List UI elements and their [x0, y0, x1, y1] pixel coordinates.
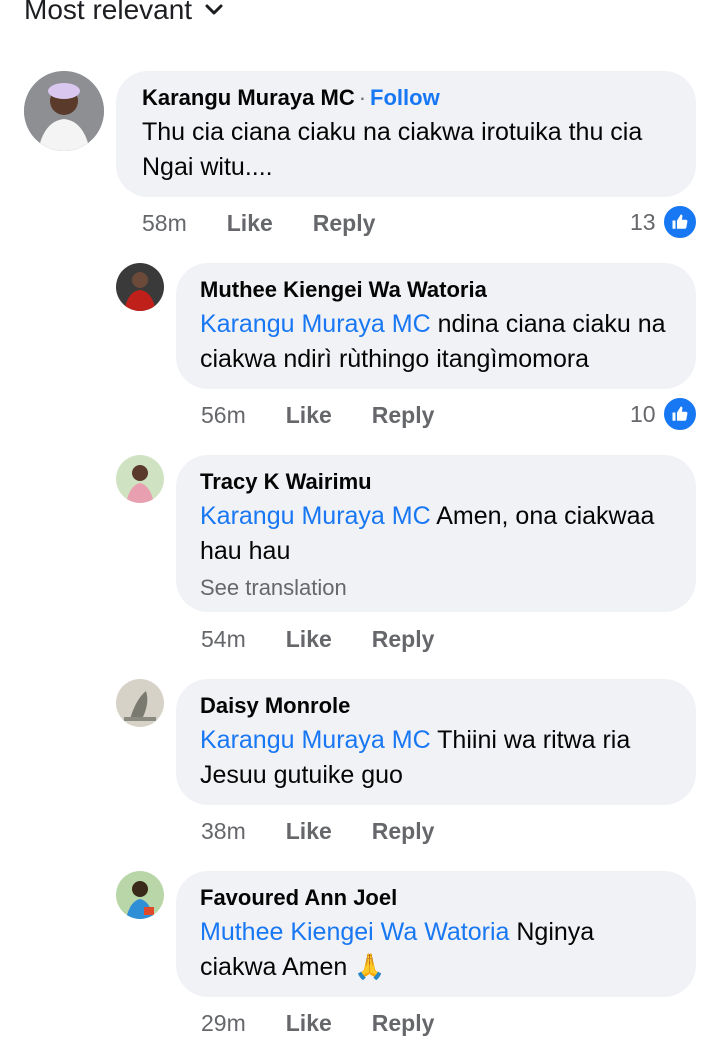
comment-author[interactable]: Daisy Monrole — [200, 693, 672, 719]
comment-author[interactable]: Favoured Ann Joel — [200, 885, 672, 911]
reply-button[interactable]: Reply — [372, 818, 435, 845]
comment-bubble: Tracy K Wairimu Karangu Muraya MC Amen, … — [176, 455, 696, 612]
comment-time[interactable]: 54m — [201, 626, 246, 653]
comment-actions: 54m Like Reply — [201, 626, 434, 653]
mention-link[interactable]: Muthee Kiengei Wa Watoria — [200, 918, 509, 946]
comment-author[interactable]: Muthee Kiengei Wa Watoria — [200, 277, 672, 303]
comment-time[interactable]: 29m — [201, 1010, 246, 1037]
sort-dropdown[interactable]: Most relevant — [24, 0, 226, 26]
comment-actions: 56m Like Reply — [201, 402, 434, 429]
separator-dot: · — [358, 85, 367, 110]
avatar[interactable] — [24, 71, 104, 151]
mention-link[interactable]: Karangu Muraya MC — [200, 502, 431, 530]
mention-link[interactable]: Karangu Muraya MC — [200, 726, 431, 754]
reply-button[interactable]: Reply — [372, 402, 435, 429]
reply-button[interactable]: Reply — [313, 210, 376, 237]
follow-button[interactable]: Follow — [370, 85, 440, 110]
thumbs-up-icon — [661, 204, 698, 240]
sort-label: Most relevant — [24, 0, 193, 25]
comment-actions: 29m Like Reply — [201, 1010, 434, 1037]
comment-bubble: Favoured Ann Joel Muthee Kiengei Wa Wato… — [176, 871, 696, 997]
comment-actions: 38m Like Reply — [201, 818, 434, 845]
comment-author[interactable]: Tracy K Wairimu — [200, 469, 672, 495]
comment-bubble: Muthee Kiengei Wa Watoria Karangu Muraya… — [176, 263, 696, 389]
like-button[interactable]: Like — [286, 402, 332, 429]
comment-bubble: Karangu Muraya MC · Follow Thu cia ciana c… — [116, 71, 696, 197]
mention-link[interactable]: Karangu Muraya MC — [200, 310, 431, 338]
reply-button[interactable]: Reply — [372, 626, 435, 653]
see-translation-link[interactable]: See translation — [200, 575, 672, 601]
like-button[interactable]: Like — [227, 210, 273, 237]
reaction-number: 10 — [630, 400, 656, 427]
avatar[interactable] — [116, 679, 164, 727]
reaction-count[interactable]: 10 — [630, 396, 698, 432]
chevron-down-icon — [205, 4, 223, 15]
reaction-count[interactable]: 13 — [630, 204, 698, 240]
reply-button[interactable]: Reply — [372, 1010, 435, 1037]
reaction-number: 13 — [630, 208, 656, 235]
comment-time[interactable]: 38m — [201, 818, 246, 845]
comment-bubble: Daisy Monrole Karangu Muraya MC Thiini w… — [176, 679, 696, 805]
comment-text: Thu cia ciana ciaku na ciakwa irotuika t… — [142, 118, 643, 181]
comment-author[interactable]: Karangu Muraya MC — [142, 85, 355, 110]
comment-actions: 58m Like Reply — [142, 210, 375, 237]
like-button[interactable]: Like — [286, 818, 332, 845]
like-button[interactable]: Like — [286, 1010, 332, 1037]
avatar[interactable] — [116, 263, 164, 311]
avatar[interactable] — [116, 871, 164, 919]
thumbs-up-icon — [661, 396, 698, 432]
comment-time[interactable]: 58m — [142, 210, 187, 237]
avatar[interactable] — [116, 455, 164, 503]
like-button[interactable]: Like — [286, 626, 332, 653]
comment-time[interactable]: 56m — [201, 402, 246, 429]
